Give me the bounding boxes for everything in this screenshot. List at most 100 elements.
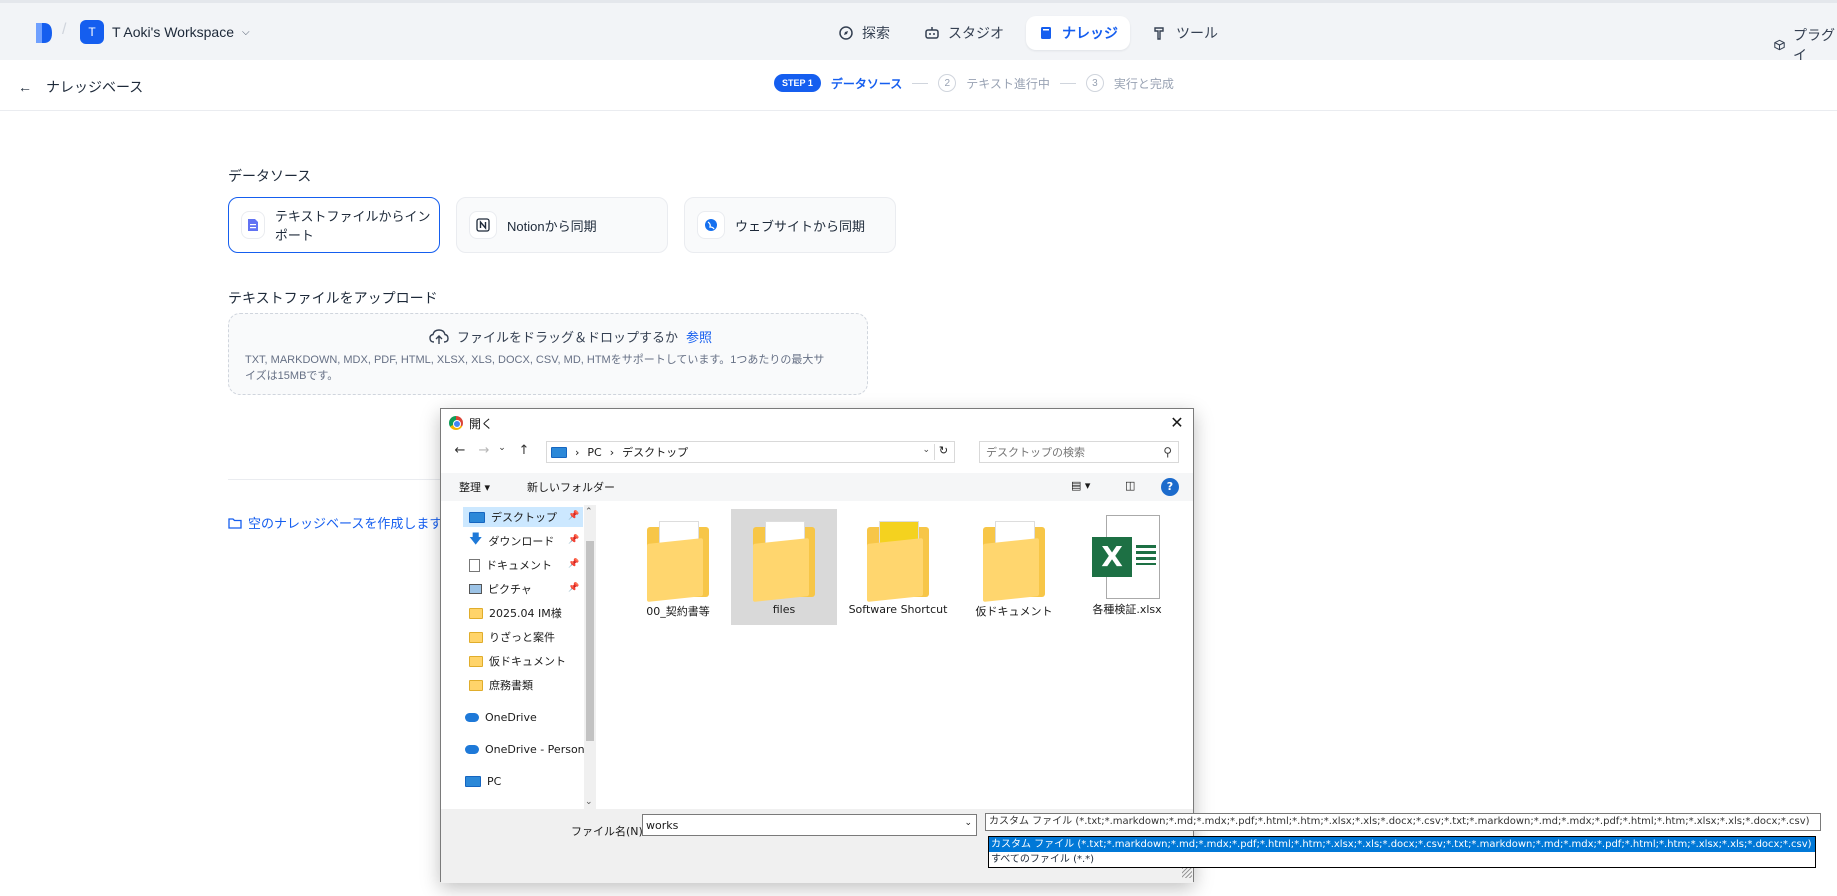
upload-hint: TXT, MARKDOWN, MDX, PDF, HTML, XLSX, XLS…	[245, 354, 825, 382]
navigation-scrollbar[interactable]: ⌃ ⌄	[584, 505, 596, 809]
breadcrumb-chevron-icon: ›	[575, 445, 580, 459]
chevron-down-icon: ⌵	[241, 26, 250, 38]
folder-icon	[228, 517, 242, 529]
organize-button[interactable]: 整理 ▾	[459, 479, 490, 495]
tree-item-label: OneDrive	[485, 710, 537, 724]
dialog-search-input[interactable]	[986, 445, 1156, 459]
file-item-folder[interactable]: 仮ドキュメント	[961, 509, 1067, 625]
navigation-pane: デスクトップ 📌 🡇 ダウンロード 📌 ドキュメント 📌 ピクチャ 📌 2025…	[441, 505, 596, 809]
new-folder-button[interactable]: 新しいフォルダー	[527, 479, 615, 495]
step-indicator: STEP 1 データソース 2 テキスト進行中 3 実行と完成	[774, 74, 1174, 92]
breadcrumb-pc[interactable]: PC	[587, 446, 601, 459]
nav-explore-label: 探索	[862, 25, 890, 41]
filename-input[interactable]: works ⌄	[642, 814, 977, 836]
step2-number: 2	[938, 74, 957, 92]
document-icon	[241, 211, 265, 239]
compass-icon	[839, 26, 853, 40]
file-name: 仮ドキュメント	[975, 605, 1053, 618]
view-options-icon[interactable]: ▤ ▾	[1071, 479, 1090, 492]
excel-file-icon: X	[1092, 515, 1162, 599]
refresh-icon[interactable]: ↻	[934, 444, 952, 460]
forward-arrow-icon[interactable]: →	[475, 443, 493, 461]
nav-knowledge[interactable]: ナレッジ	[1026, 16, 1130, 50]
tree-item-label: デスクトップ	[491, 511, 557, 524]
plugins-button[interactable]: プラグイ	[1774, 25, 1837, 65]
tree-item-folder[interactable]: りざっと案件	[469, 627, 555, 647]
onedrive-icon	[465, 712, 479, 722]
file-item-folder[interactable]: 00_契約書等	[625, 509, 731, 625]
nav-studio[interactable]: スタジオ	[912, 16, 1016, 50]
app-logo-icon[interactable]	[34, 21, 54, 45]
folder-icon	[469, 607, 483, 619]
plugins-label: プラグイ	[1793, 27, 1835, 63]
tree-item-downloads[interactable]: 🡇 ダウンロード	[469, 531, 554, 551]
folder-icon	[469, 631, 483, 643]
dialog-close-button[interactable]: ✕	[1167, 413, 1187, 433]
recent-dropdown-icon[interactable]: ⌄	[493, 443, 511, 461]
file-item-folder[interactable]: Software Shortcut	[845, 509, 951, 625]
file-type-filter[interactable]: カスタム ファイル (*.txt;*.markdown;*.md;*.mdx;*…	[985, 813, 1821, 831]
help-icon[interactable]: ?	[1161, 478, 1179, 496]
tree-item-folder[interactable]: 庶務書類	[469, 675, 533, 695]
workspace-name: T Aoki's Workspace	[112, 24, 234, 40]
tree-item-desktop[interactable]: デスクトップ	[463, 507, 583, 527]
file-item-folder[interactable]: files	[731, 509, 837, 625]
file-name: 00_契約書等	[646, 605, 710, 618]
book-icon	[1041, 27, 1051, 39]
datasource-title: データソース	[228, 168, 312, 184]
cube-icon	[1774, 39, 1785, 51]
file-list: 00_契約書等 files Software Shortcut 仮ドキュメント …	[601, 505, 1191, 809]
tree-item-folder[interactable]: 2025.04 IM様	[469, 603, 562, 623]
scrollbar-thumb[interactable]	[586, 541, 594, 741]
preview-pane-icon[interactable]: ◫	[1125, 479, 1135, 492]
file-name: 各種検証.xlsx	[1092, 603, 1162, 616]
tree-item-pictures[interactable]: ピクチャ	[469, 579, 532, 599]
file-open-dialog: 開く ✕ ← → ⌄ ↑ › PC › デスクトップ ⌄ ↻ ⚲ 整理 ▾ 新し…	[440, 408, 1194, 883]
create-empty-label: 空のナレッジベースを作成します	[248, 516, 443, 531]
file-name: Software Shortcut	[848, 603, 948, 616]
address-dropdown-icon[interactable]: ⌄	[922, 445, 930, 455]
dialog-title: 開く	[469, 416, 494, 431]
back-arrow-icon[interactable]: ←	[451, 443, 469, 461]
tree-item-label: 2025.04 IM様	[489, 607, 562, 620]
resize-grip[interactable]	[1182, 868, 1192, 878]
dialog-search-box[interactable]: ⚲	[979, 441, 1179, 463]
filter-option-custom[interactable]: カスタム ファイル (*.txt;*.markdown;*.md;*.mdx;*…	[989, 837, 1815, 852]
create-empty-knowledge-link[interactable]: 空のナレッジベースを作成します	[228, 513, 442, 532]
browse-link[interactable]: 参照	[686, 327, 712, 346]
file-drop-zone[interactable]: ファイルをドラッグ＆ドロップするか 参照 TXT, MARKDOWN, MDX,…	[228, 313, 868, 395]
file-item-excel[interactable]: X 各種検証.xlsx	[1074, 509, 1180, 625]
pin-icon: 📌	[568, 511, 580, 521]
tree-item-label: ダウンロード	[488, 535, 555, 548]
nav-explore[interactable]: 探索	[826, 16, 902, 50]
nav-tools[interactable]: ツール	[1140, 16, 1230, 50]
pictures-icon	[469, 584, 482, 594]
filename-label: ファイル名(N):	[571, 825, 647, 838]
breadcrumb-desktop[interactable]: デスクトップ	[622, 444, 688, 460]
chevron-down-icon[interactable]: ⌄	[585, 797, 593, 807]
step3-number: 3	[1085, 74, 1104, 92]
filter-option-all[interactable]: すべてのファイル (*.*)	[989, 852, 1815, 867]
source-text-file-option[interactable]: テキストファイルからインポート	[228, 197, 440, 253]
up-arrow-icon[interactable]: ↑	[515, 443, 533, 461]
chevron-up-icon[interactable]: ⌃	[585, 507, 593, 517]
tree-item-onedrive-personal[interactable]: OneDrive - Person	[465, 739, 585, 759]
chevron-down-icon[interactable]: ⌄	[964, 818, 972, 828]
breadcrumb-chevron-icon: ›	[609, 445, 615, 459]
hammer-icon	[1154, 27, 1164, 40]
step3-label: 実行と完成	[1113, 76, 1174, 91]
tree-item-onedrive[interactable]: OneDrive	[465, 707, 537, 727]
tree-item-pc[interactable]: PC	[465, 771, 501, 791]
pin-icon: 📌	[568, 583, 580, 593]
step-divider	[1059, 82, 1076, 84]
back-label: ナレッジベース	[46, 79, 144, 95]
top-navigation-bar: / T T Aoki's Workspace ⌵ 探索 スタジオ ナレッジ ツー…	[0, 0, 1837, 63]
tree-item-documents[interactable]: ドキュメント	[469, 555, 552, 575]
nav-tools-label: ツール	[1176, 25, 1218, 41]
back-to-knowledge-button[interactable]: ← ナレッジベース	[18, 77, 143, 97]
source-website-option[interactable]: ウェブサイトから同期	[684, 197, 896, 253]
address-bar[interactable]: › PC › デスクトップ ⌄ ↻	[546, 441, 955, 463]
source-notion-option[interactable]: Notionから同期	[456, 197, 668, 253]
tree-item-folder[interactable]: 仮ドキュメント	[469, 651, 566, 671]
workspace-switcher[interactable]: T T Aoki's Workspace ⌵	[80, 20, 250, 44]
